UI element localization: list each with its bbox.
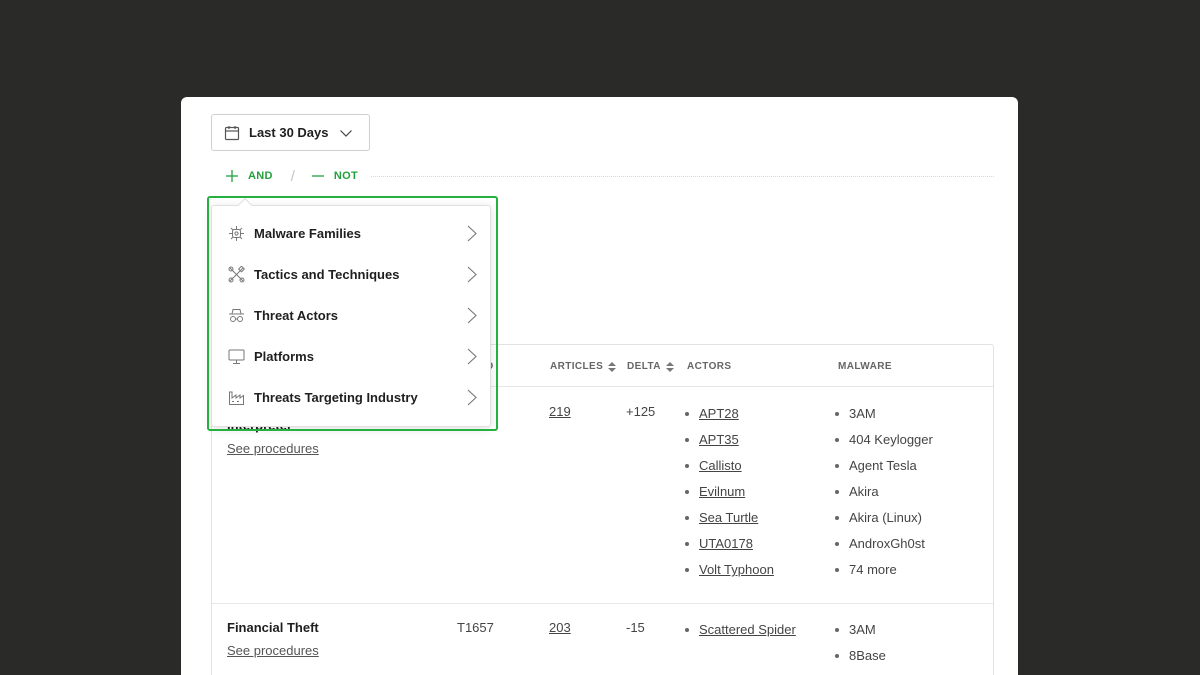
menu-item-threats-targeting-industry[interactable]: Threats Targeting Industry [212,377,490,418]
chevron-down-icon [339,129,352,137]
chevron-right-icon [467,225,477,242]
calendar-icon [224,125,240,140]
actor-link[interactable]: Volt Typhoon [699,562,774,577]
list-item: APT35 [685,432,774,458]
list-item: Volt Typhoon [685,562,774,588]
menu-item-label: Platforms [254,349,314,364]
see-procedures-link[interactable]: See procedures [227,441,319,456]
chevron-right-icon [467,307,477,324]
malware-list: 3AM 404 Keylogger Agent Tesla Akira Akir… [835,406,933,588]
industry-icon [229,391,244,405]
chevron-right-icon [467,389,477,406]
list-item: UTA0178 [685,536,774,562]
malware-list: 3AM 8Base [835,622,886,674]
actor-link[interactable]: Scattered Spider [699,622,796,637]
list-item: Agent Tesla [835,458,933,484]
chevron-right-icon [467,348,477,365]
actor-link[interactable]: Callisto [699,458,742,473]
header-actors: ACTORS [687,361,732,372]
articles-count-link[interactable]: 219 [549,404,571,419]
see-procedures-link[interactable]: See procedures [227,643,319,658]
actors-list: Scattered Spider [685,622,796,648]
and-filter-button[interactable]: AND [225,169,273,183]
bug-icon [229,226,244,241]
articles-count-link[interactable]: 203 [549,620,571,635]
filter-divider-line [371,176,994,177]
list-item: Akira (Linux) [835,510,933,536]
date-range-dropdown[interactable]: Last 30 Days [211,114,370,151]
technique-id: T1657 [457,620,494,635]
menu-item-label: Malware Families [254,226,361,241]
menu-item-threat-actors[interactable]: Threat Actors [212,295,490,336]
technique-name: Financial Theft [227,620,319,635]
list-item: 74 more [835,562,933,588]
actor-link[interactable]: UTA0178 [699,536,753,551]
actors-list: APT28 APT35 Callisto Evilnum Sea Turtle … [685,406,774,588]
sort-icon [608,361,617,372]
menu-item-platforms[interactable]: Platforms [212,336,490,377]
list-item: Sea Turtle [685,510,774,536]
not-filter-button[interactable]: NOT [310,169,359,183]
actor-link[interactable]: APT35 [699,432,739,447]
sort-icon [665,361,674,372]
list-item: Callisto [685,458,774,484]
tools-icon [228,266,245,283]
list-item: 8Base [835,648,886,674]
list-item: Akira [835,484,933,510]
actor-link[interactable]: Evilnum [699,484,745,499]
header-delta[interactable]: DELTA [627,361,674,372]
actor-link[interactable]: APT28 [699,406,739,421]
add-filter-menu: Malware Families Tactics and Techniques … [211,197,491,427]
list-item: APT28 [685,406,774,432]
list-item: Scattered Spider [685,622,796,648]
minus-icon [311,175,324,177]
spy-icon [229,309,244,322]
delta-value: +125 [626,404,656,419]
filter-separator: / [290,167,295,185]
and-filter-label: AND [248,170,273,182]
actor-link[interactable]: Sea Turtle [699,510,758,525]
table-row: Financial Theft See procedures T1657 203… [212,605,993,675]
menu-item-tactics-techniques[interactable]: Tactics and Techniques [212,254,490,295]
menu-item-label: Threat Actors [254,308,339,323]
list-item: 3AM [835,622,886,648]
list-item: 404 Keylogger [835,432,933,458]
plus-icon [226,170,238,182]
filter-bar: AND / NOT [211,165,994,187]
monitor-icon [228,349,245,364]
not-filter-label: NOT [333,170,359,182]
list-item: AndroxGh0st [835,536,933,562]
delta-value: -15 [626,620,645,635]
chevron-right-icon [467,266,477,283]
header-articles[interactable]: ARTICLES [550,361,617,372]
menu-item-label: Tactics and Techniques [254,267,400,282]
list-item: Evilnum [685,484,774,510]
date-range-label: Last 30 Days [249,125,329,140]
menu-item-label: Threats Targeting Industry [254,390,418,405]
header-malware: MALWARE [838,361,892,372]
menu-item-malware-families[interactable]: Malware Families [212,213,490,254]
list-item: 3AM [835,406,933,432]
